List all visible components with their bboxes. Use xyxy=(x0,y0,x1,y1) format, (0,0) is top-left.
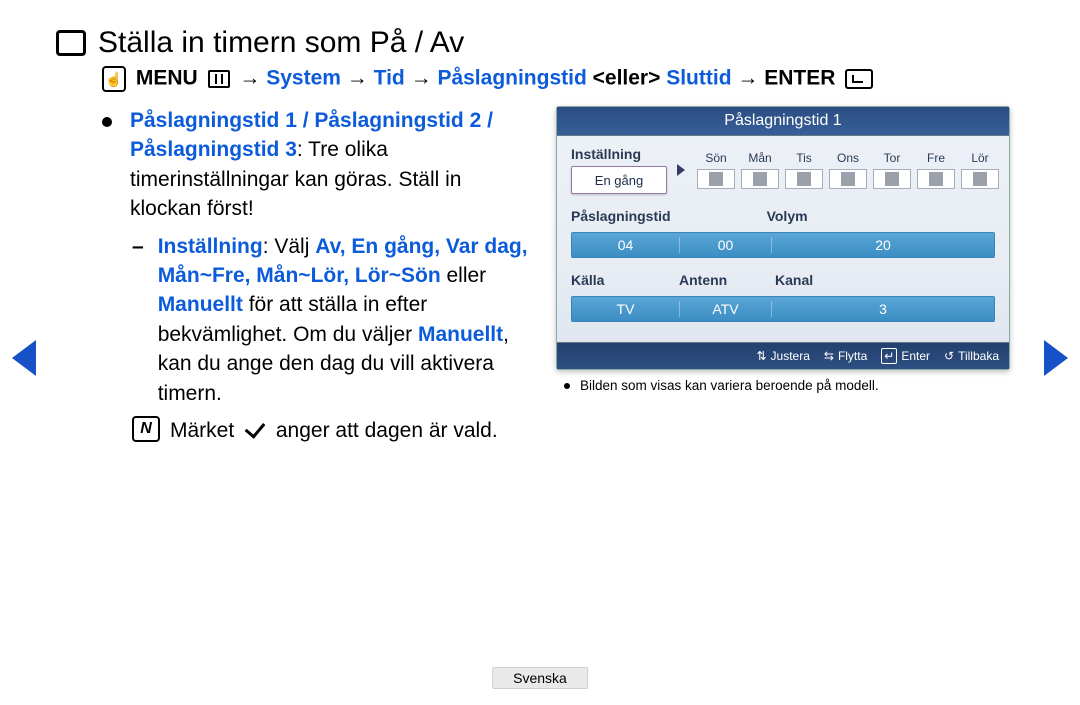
bc-paslag: Påslagningstid xyxy=(437,67,586,90)
minutes-value[interactable]: 00 xyxy=(680,237,772,253)
enter-hint: Enter xyxy=(881,348,930,364)
antenna-value[interactable]: ATV xyxy=(680,301,772,317)
move-hint: Flytta xyxy=(824,349,867,363)
timer-panel: Påslagningstid 1 Inställning En gång xyxy=(556,106,1010,370)
note-icon: N xyxy=(132,416,160,442)
volume-value[interactable]: 20 xyxy=(772,237,994,253)
enter-icon xyxy=(845,69,873,89)
hours-value[interactable]: 04 xyxy=(572,237,680,253)
day-checkbox[interactable] xyxy=(697,169,735,189)
channel-value[interactable]: 3 xyxy=(772,301,994,317)
adjust-hint: Justera xyxy=(756,349,809,363)
bc-sluttid: Sluttid xyxy=(666,67,731,90)
square-icon xyxy=(709,172,723,186)
title-text: Ställa in timern som På / Av xyxy=(98,26,464,60)
square-icon xyxy=(929,172,943,186)
menu-grid-icon xyxy=(208,70,230,88)
breadcrumb: ☝ MENU → System → Tid → Påslagningstid <… xyxy=(102,66,1024,92)
note-box-icon xyxy=(56,30,86,56)
source-antenna-channel-bar[interactable]: TV ATV 3 xyxy=(571,296,995,322)
next-page-arrow[interactable] xyxy=(1044,340,1068,376)
dropdown-value: En gång xyxy=(595,173,643,188)
bc-eller: <eller> xyxy=(593,67,661,90)
back-hint: Tillbaka xyxy=(944,349,999,363)
setting-manually: Manuellt xyxy=(158,293,243,316)
page-title: Ställa in timern som På / Av xyxy=(56,26,1024,60)
bc-tid: Tid xyxy=(374,67,405,90)
time-volume-bar[interactable]: 04 00 20 xyxy=(571,232,995,258)
note-b: anger att dagen är vald. xyxy=(276,419,498,442)
chevron-right-icon xyxy=(677,164,685,176)
day-checkbox[interactable] xyxy=(917,169,955,189)
prev-page-arrow[interactable] xyxy=(12,340,36,376)
note-a: Märket xyxy=(170,419,234,442)
square-icon xyxy=(797,172,811,186)
menu-label: MENU xyxy=(136,67,198,90)
source-labels: Källa Antenn Kanal xyxy=(571,272,995,292)
square-icon xyxy=(973,172,987,186)
square-icon xyxy=(885,172,899,186)
language-footer: Svenska xyxy=(492,667,588,689)
day-checkbox[interactable] xyxy=(873,169,911,189)
source-value[interactable]: TV xyxy=(572,301,680,317)
days-header: Sön Mån Tis Ons Tor Fre Lör xyxy=(697,151,999,165)
day-checkbox[interactable] xyxy=(961,169,999,189)
hand-icon: ☝ xyxy=(102,66,126,92)
days-boxes xyxy=(697,169,999,189)
description-column: Påslagningstid 1 / Påslagningstid 2 / På… xyxy=(102,106,532,445)
day-checkbox[interactable] xyxy=(829,169,867,189)
bc-system: System xyxy=(266,67,341,90)
square-icon xyxy=(841,172,855,186)
bullet-icon xyxy=(564,383,570,389)
panel-caption: Bilden som visas kan variera beroende på… xyxy=(564,378,1010,393)
setting-label: Inställning xyxy=(158,235,263,258)
check-icon xyxy=(245,418,266,440)
panel-title: Påslagningstid 1 xyxy=(557,107,1009,136)
bullet-icon xyxy=(102,117,112,127)
panel-footer: Justera Flytta Enter Tillbaka xyxy=(557,342,1009,369)
setup-label: Inställning xyxy=(571,146,667,162)
dash-icon: – xyxy=(132,232,144,408)
day-checkbox[interactable] xyxy=(785,169,823,189)
day-checkbox[interactable] xyxy=(741,169,779,189)
setup-dropdown[interactable]: En gång xyxy=(571,166,667,194)
bc-enter: ENTER xyxy=(764,67,835,90)
square-icon xyxy=(753,172,767,186)
time-labels: Påslagningstid Volym xyxy=(571,208,995,228)
